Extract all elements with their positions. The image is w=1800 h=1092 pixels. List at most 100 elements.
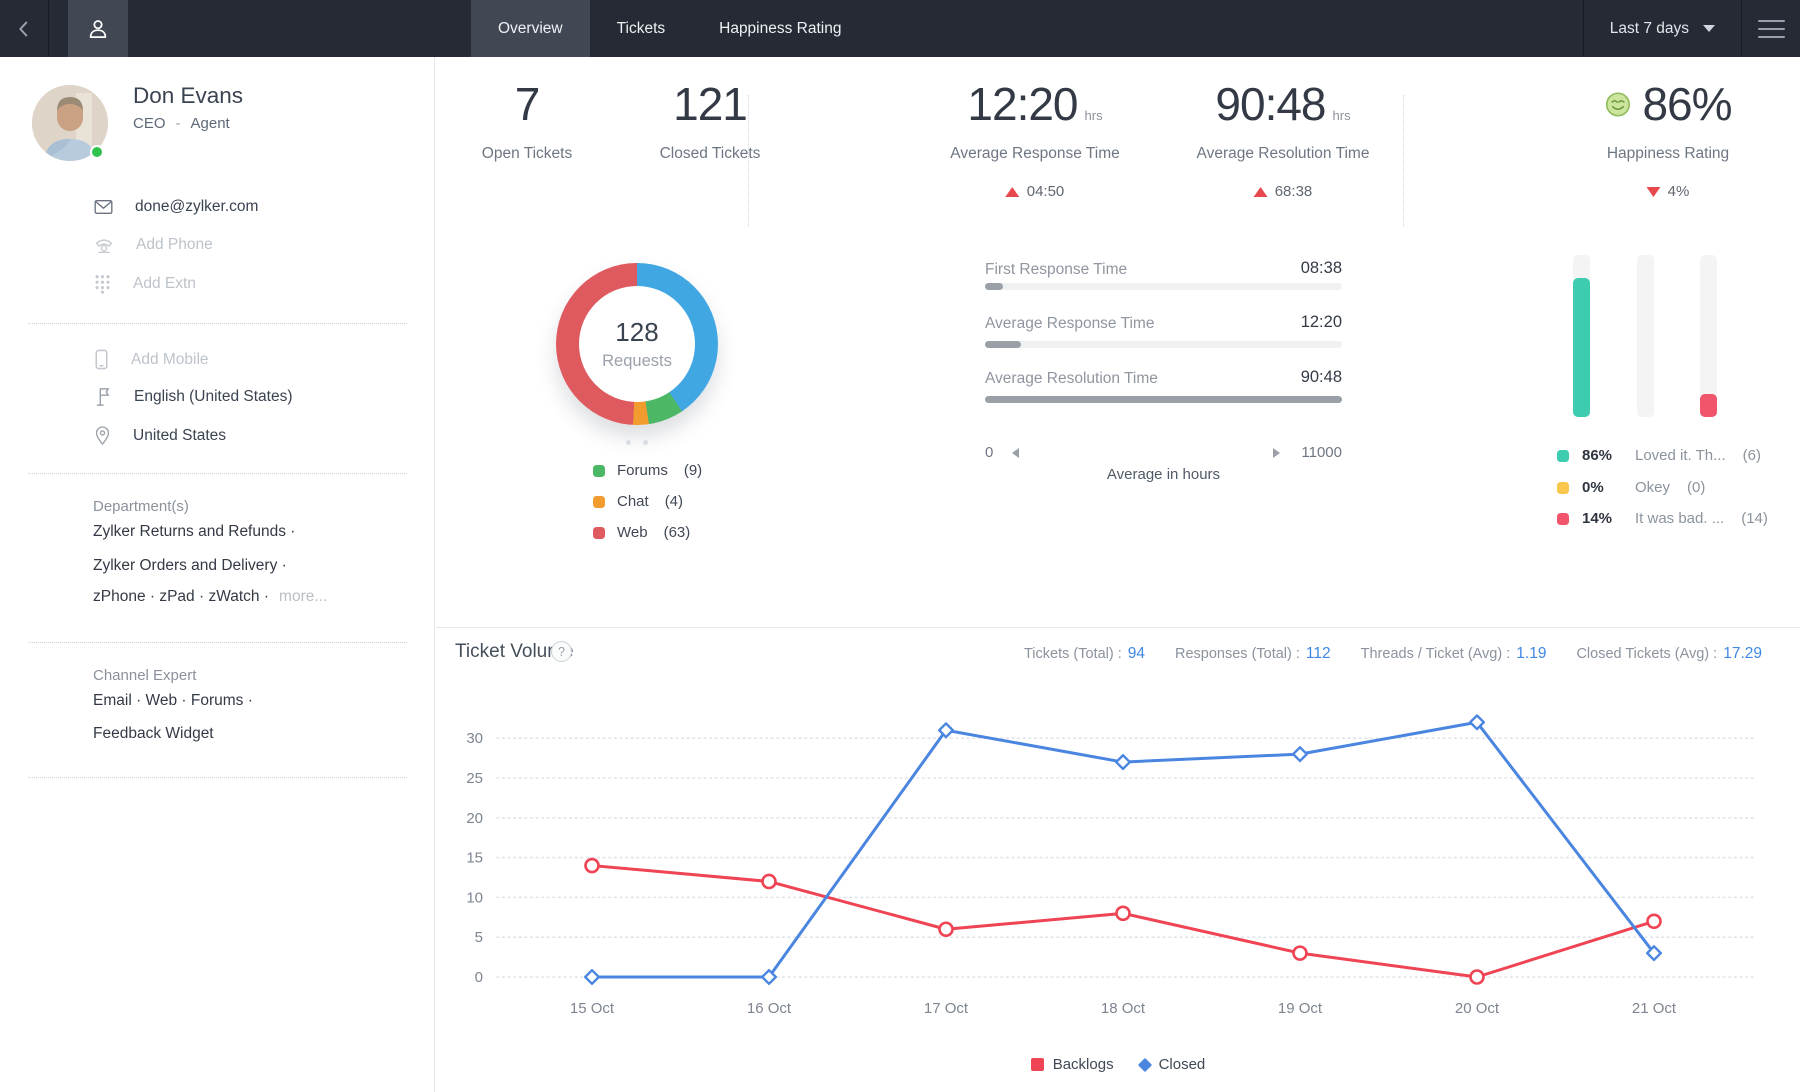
legend-item-web[interactable]: Web (63) bbox=[593, 524, 690, 541]
delta-up-icon bbox=[1254, 187, 1268, 197]
add-mobile-row[interactable]: Add Mobile bbox=[94, 349, 209, 370]
stat-label: Average Response Time bbox=[950, 145, 1119, 163]
range-max: 11000 bbox=[1301, 444, 1342, 461]
stat-delta: 04:50 bbox=[950, 183, 1119, 200]
ticket-volume-legend: Backlogs Closed bbox=[436, 1056, 1800, 1073]
add-extn-row[interactable]: Add Extn bbox=[94, 274, 196, 294]
svg-text:10: 10 bbox=[466, 889, 483, 906]
department-item: zPhone · zPad · zWatch · more... bbox=[93, 588, 327, 606]
agent-profile-tab[interactable] bbox=[68, 0, 128, 57]
language-icon bbox=[94, 387, 112, 407]
happy-smiley-icon bbox=[1604, 91, 1631, 118]
top-navigation-bar: Overview Tickets Happiness Rating Last 7… bbox=[0, 0, 1800, 57]
more-departments-link[interactable]: more... bbox=[279, 588, 327, 606]
add-mobile-label: Add Mobile bbox=[131, 351, 209, 369]
divider bbox=[28, 323, 407, 324]
agent-name: Don Evans bbox=[133, 83, 243, 109]
slider-value: 08:38 bbox=[1185, 259, 1342, 278]
phone-icon bbox=[94, 236, 114, 254]
tab-overview[interactable]: Overview bbox=[471, 0, 590, 57]
tab-happiness-rating[interactable]: Happiness Rating bbox=[692, 0, 868, 57]
menu-button[interactable] bbox=[1742, 0, 1800, 57]
online-status-dot bbox=[90, 145, 104, 159]
agent-profile-sidebar: Don Evans CEO - Agent done@zylker.com Ad… bbox=[0, 57, 435, 1092]
chevron-down-icon bbox=[1703, 25, 1715, 32]
legend-swatch bbox=[593, 465, 605, 477]
stat-delta: 4% bbox=[1604, 183, 1731, 200]
svg-text:15: 15 bbox=[466, 850, 483, 867]
hours-range-scrollbar: 0 11000 bbox=[985, 444, 1342, 462]
delta-up-icon bbox=[1006, 187, 1020, 197]
svg-text:20 Oct: 20 Oct bbox=[1455, 1000, 1500, 1017]
happiness-legend-loved[interactable]: 86% Loved it. Th... (6) bbox=[1557, 447, 1761, 464]
stat-label: Open Tickets bbox=[482, 145, 572, 163]
add-phone-label: Add Phone bbox=[136, 236, 213, 254]
slider-label: Average Response Time bbox=[985, 315, 1154, 333]
tv-stat: Closed Tickets (Avg) :17.29 bbox=[1576, 645, 1762, 663]
mobile-icon bbox=[94, 349, 109, 370]
legend-item-closed[interactable]: Closed bbox=[1140, 1056, 1206, 1073]
legend-square-icon bbox=[1031, 1058, 1044, 1071]
legend-item-chat[interactable]: Chat (4) bbox=[593, 493, 683, 510]
date-range-filter[interactable]: Last 7 days bbox=[1583, 0, 1742, 57]
legend-diamond-icon bbox=[1138, 1057, 1152, 1071]
requests-total: 128 bbox=[615, 317, 658, 348]
overview-panel: 7 Open Tickets 121 Closed Tickets 12:20h… bbox=[436, 57, 1800, 1092]
scroll-left-icon[interactable] bbox=[1012, 448, 1019, 458]
stat-unit: hrs bbox=[1085, 108, 1103, 123]
channel-expert-item: Email · Web · Forums · bbox=[93, 692, 253, 710]
add-extn-label: Add Extn bbox=[133, 275, 196, 293]
stat-unit: hrs bbox=[1333, 108, 1351, 123]
happiness-bar-bad bbox=[1700, 255, 1717, 417]
dialpad-icon bbox=[94, 274, 111, 294]
stat-value: 12:20 bbox=[967, 77, 1077, 131]
scroll-right-icon[interactable] bbox=[1273, 448, 1280, 458]
agent-role: CEO - Agent bbox=[133, 115, 230, 132]
svg-text:20: 20 bbox=[466, 810, 483, 827]
channel-expert-item: Feedback Widget bbox=[93, 725, 214, 743]
range-min: 0 bbox=[985, 444, 993, 461]
stat-value: 121 bbox=[673, 77, 747, 131]
stat-open-tickets: 7 Open Tickets bbox=[482, 57, 572, 163]
svg-text:18 Oct: 18 Oct bbox=[1101, 1000, 1146, 1017]
email-value: done@zylker.com bbox=[135, 198, 258, 216]
stat-value: 7 bbox=[515, 77, 540, 131]
donut-pagination-dots[interactable] bbox=[626, 440, 648, 445]
back-chevron-icon bbox=[13, 18, 35, 40]
legend-swatch bbox=[1557, 450, 1569, 462]
range-caption: Average in hours bbox=[985, 466, 1342, 483]
avg-resolution-time-bar bbox=[985, 396, 1342, 403]
stat-avg-resolution-time: 90:48hrs Average Resolution Time 68:38 bbox=[1197, 57, 1370, 200]
happiness-legend-okey[interactable]: 0% Okey (0) bbox=[1557, 479, 1705, 496]
stat-label: Happiness Rating bbox=[1604, 145, 1731, 163]
divider bbox=[436, 627, 1800, 628]
role-type-label: Agent bbox=[191, 115, 230, 132]
person-icon bbox=[85, 16, 111, 42]
email-row[interactable]: done@zylker.com bbox=[94, 198, 258, 216]
legend-item-forums[interactable]: Forums (9) bbox=[593, 462, 702, 479]
svg-text:16 Oct: 16 Oct bbox=[747, 1000, 792, 1017]
department-item: Zylker Returns and Refunds · bbox=[93, 523, 295, 541]
svg-text:21 Oct: 21 Oct bbox=[1632, 1000, 1677, 1017]
add-phone-row[interactable]: Add Phone bbox=[94, 236, 213, 254]
back-button[interactable] bbox=[0, 0, 49, 57]
stat-avg-response-time: 12:20 hrs Average Response Time 04:50 bbox=[950, 57, 1119, 200]
slider-value: 12:20 bbox=[1185, 313, 1342, 332]
role-label: CEO bbox=[133, 115, 166, 132]
svg-text:19 Oct: 19 Oct bbox=[1278, 1000, 1323, 1017]
stat-happiness-rating: 86% Happiness Rating 4% bbox=[1604, 57, 1731, 200]
happiness-legend-bad[interactable]: 14% It was bad. ... (14) bbox=[1557, 510, 1768, 527]
tv-stat: Threads / Ticket (Avg) :1.19 bbox=[1361, 645, 1547, 663]
legend-swatch bbox=[593, 527, 605, 539]
legend-item-backlogs[interactable]: Backlogs bbox=[1031, 1056, 1114, 1073]
department-item: Zylker Orders and Delivery · bbox=[93, 557, 287, 575]
svg-text:25: 25 bbox=[466, 770, 483, 787]
divider bbox=[1403, 95, 1404, 227]
stat-delta: 68:38 bbox=[1197, 183, 1370, 200]
svg-text:17 Oct: 17 Oct bbox=[924, 1000, 969, 1017]
help-icon[interactable]: ? bbox=[551, 641, 572, 662]
country-value: United States bbox=[133, 427, 226, 445]
location-pin-icon bbox=[94, 425, 111, 446]
ticket-volume-stats: Tickets (Total) :94 Responses (Total) :1… bbox=[1024, 645, 1762, 663]
tab-tickets[interactable]: Tickets bbox=[590, 0, 693, 57]
